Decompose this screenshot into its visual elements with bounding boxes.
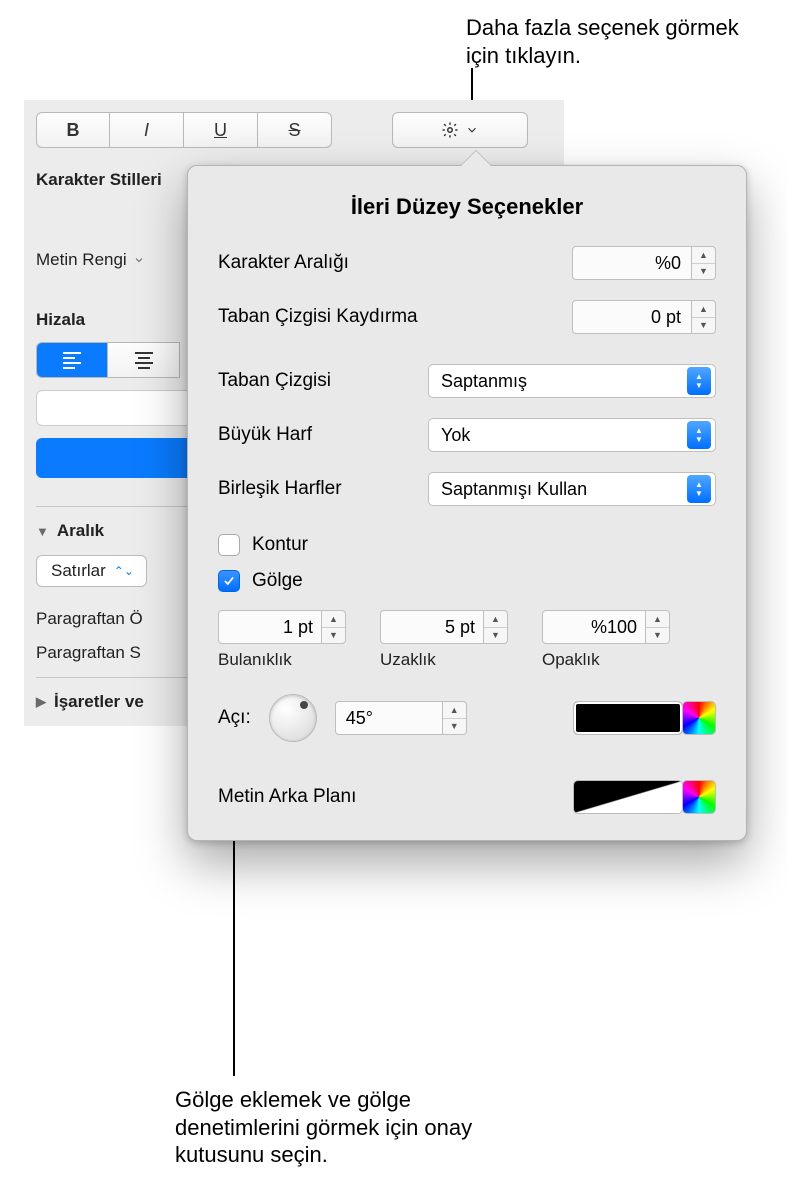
lines-label: Satırlar <box>51 561 106 581</box>
text-background-color-well[interactable] <box>573 780 683 814</box>
chevron-down-icon <box>465 123 479 137</box>
baseline-select[interactable]: Saptanmış ▲▼ <box>428 364 716 398</box>
disclosure-triangle-right-icon: ▶ <box>36 694 46 710</box>
ligatures-label: Birleşik Harfler <box>218 478 428 500</box>
shadow-blur-stepper[interactable]: ▲▼ <box>322 610 346 644</box>
shadow-offset-label: Uzaklık <box>380 650 436 670</box>
text-background-color-picker-button[interactable] <box>682 780 716 814</box>
char-spacing-label: Karakter Aralığı <box>218 252 428 274</box>
text-background-label: Metin Arka Planı <box>218 786 356 808</box>
shadow-color-well[interactable] <box>573 701 683 735</box>
align-left-button[interactable] <box>36 342 108 378</box>
shadow-opacity-stepper[interactable]: ▲▼ <box>646 610 670 644</box>
shadow-blur-field[interactable]: 1 pt <box>218 610 322 644</box>
bold-button[interactable]: B <box>36 112 110 148</box>
lines-popup[interactable]: Satırlar ⌃⌄ <box>36 555 147 587</box>
baseline-shift-label: Taban Çizgisi Kaydırma <box>218 306 478 328</box>
text-color-label: Metin Rengi <box>36 250 127 270</box>
outline-checkbox[interactable] <box>218 534 240 556</box>
shadow-angle-field[interactable]: 45° <box>335 701 443 735</box>
updown-icon: ▲▼ <box>687 421 711 449</box>
callout-gear: Daha fazla seçenek görmek için tıklayın. <box>466 14 746 69</box>
shadow-opacity-field[interactable]: %100 <box>542 610 646 644</box>
shadow-label: Gölge <box>252 570 303 592</box>
spacing-heading: Aralık <box>57 521 104 541</box>
callout-shadow: Gölge eklemek ve gölge denetimlerini gör… <box>175 1086 505 1169</box>
ligatures-select-value: Saptanmışı Kullan <box>441 479 587 500</box>
bullets-heading: İşaretler ve <box>54 692 144 712</box>
gear-icon <box>441 121 459 139</box>
align-center-button[interactable] <box>108 342 180 378</box>
baseline-select-value: Saptanmış <box>441 371 527 392</box>
updown-icon: ▲▼ <box>687 475 711 503</box>
chevron-down-icon[interactable] <box>133 254 145 266</box>
shadow-checkbox[interactable] <box>218 570 240 592</box>
italic-button[interactable]: I <box>110 112 184 148</box>
underline-button[interactable]: U <box>184 112 258 148</box>
disclosure-triangle-down-icon: ▼ <box>36 524 49 539</box>
shadow-offset-stepper[interactable]: ▲▼ <box>484 610 508 644</box>
outline-label: Kontur <box>252 534 308 556</box>
baseline-shift-field[interactable]: 0 pt <box>572 300 692 334</box>
caps-select[interactable]: Yok ▲▼ <box>428 418 716 452</box>
char-spacing-field[interactable]: %0 <box>572 246 692 280</box>
ligatures-select[interactable]: Saptanmışı Kullan ▲▼ <box>428 472 716 506</box>
caps-select-value: Yok <box>441 425 470 446</box>
font-style-toolbar: B I U S <box>36 112 552 148</box>
shadow-offset-field[interactable]: 5 pt <box>380 610 484 644</box>
shadow-angle-label: Açı: <box>218 707 251 729</box>
baseline-label: Taban Çizgisi <box>218 370 428 392</box>
shadow-angle-dial[interactable] <box>269 694 317 742</box>
shadow-angle-stepper[interactable]: ▲▼ <box>443 701 467 735</box>
char-spacing-stepper[interactable]: ▲▼ <box>692 246 716 280</box>
advanced-options-popover: İleri Düzey Seçenekler Karakter Aralığı … <box>187 165 747 841</box>
caps-label: Büyük Harf <box>218 424 428 446</box>
updown-icon: ⌃⌄ <box>114 564 134 578</box>
popover-title: İleri Düzey Seçenekler <box>218 194 716 220</box>
baseline-shift-stepper[interactable]: ▲▼ <box>692 300 716 334</box>
shadow-color-picker-button[interactable] <box>682 701 716 735</box>
updown-icon: ▲▼ <box>687 367 711 395</box>
shadow-blur-label: Bulanıklık <box>218 650 292 670</box>
strikethrough-button[interactable]: S <box>258 112 332 148</box>
shadow-opacity-label: Opaklık <box>542 650 600 670</box>
advanced-options-button[interactable] <box>392 112 528 148</box>
